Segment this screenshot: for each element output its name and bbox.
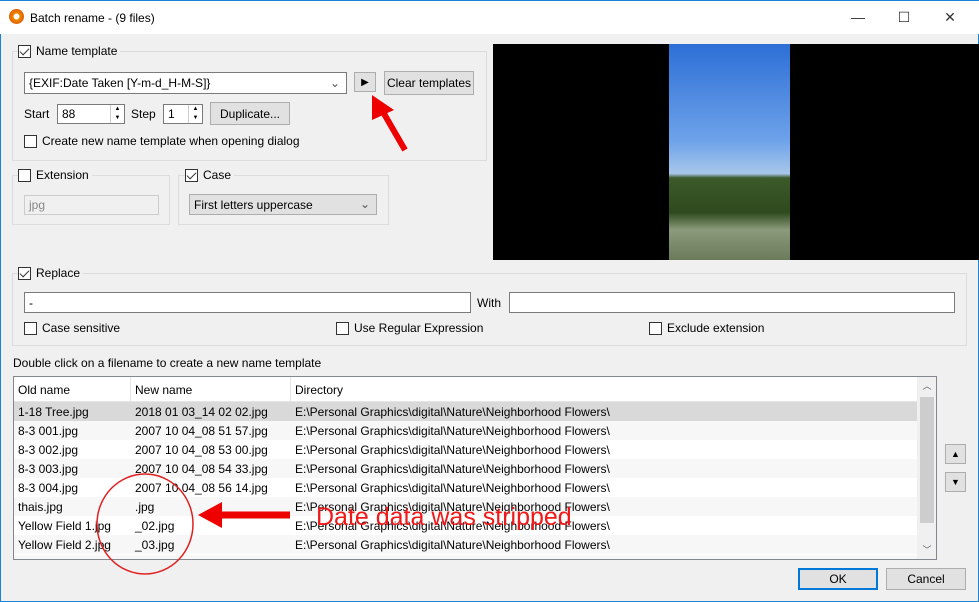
- red-circle-icon: [96, 473, 194, 575]
- red-arrow-icon: [372, 95, 408, 152]
- annotation-text: Date data was stripped: [316, 503, 572, 531]
- red-arrow-left-icon: [198, 502, 290, 528]
